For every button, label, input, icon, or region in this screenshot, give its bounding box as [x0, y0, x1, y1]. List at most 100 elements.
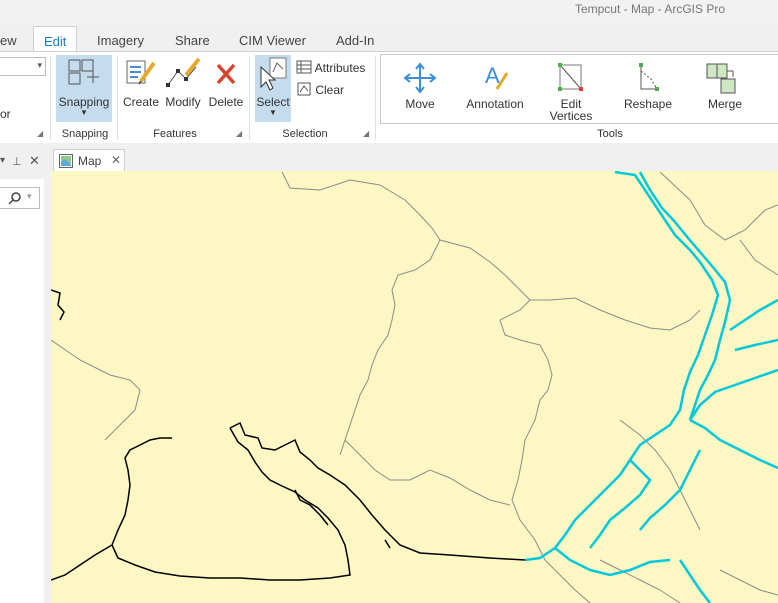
clear-button[interactable]: Clear: [296, 82, 344, 97]
boundary-line: [739, 239, 778, 276]
close-icon[interactable]: ✕: [111, 153, 121, 167]
group-label-tools: Tools: [597, 128, 623, 140]
contents-pane: ▾ ⊥ ✕ ▾: [0, 143, 45, 603]
snapping-button[interactable]: Snapping ▼: [56, 55, 112, 122]
create-features-icon: [126, 60, 156, 85]
chevron-down-icon: ▼: [80, 108, 88, 117]
group-separator: [117, 56, 118, 140]
river-path: [678, 559, 711, 603]
tab-map[interactable]: Map ✕: [53, 149, 125, 171]
edit-vertices-icon: [558, 63, 583, 91]
outline-path: [51, 544, 113, 581]
select-arrow-icon: [260, 57, 287, 91]
delete-button[interactable]: Delete: [206, 57, 246, 117]
boundary-line: [51, 339, 141, 441]
view-tab-strip: Map ✕: [44, 143, 778, 171]
ribbon-tabs: ew Edit Imagery Share CIM Viewer Add-In: [0, 26, 778, 52]
create-button[interactable]: Create: [121, 57, 161, 117]
boundary-lines: [51, 171, 778, 603]
map-icon: [59, 154, 73, 168]
reshape-label: Reshape: [623, 97, 673, 111]
title-bar: Tempcut - Map - ArcGIS Pro: [0, 0, 778, 26]
snapping-label: Snapping: [58, 95, 110, 109]
edit-vertices-label-line2: Vertices: [549, 109, 593, 123]
search-icon: [8, 192, 21, 205]
select-button[interactable]: Select ▼: [255, 55, 291, 122]
river-path: [688, 368, 778, 421]
outline-path: [51, 289, 65, 321]
group-label-selection: Selection: [282, 128, 328, 140]
chevron-down-icon: ▾: [27, 191, 32, 201]
group-separator: [50, 56, 51, 140]
tab-share[interactable]: Share: [175, 33, 210, 48]
boundary-line: [659, 171, 778, 241]
outline-path: [229, 421, 526, 561]
dialog-launcher-icon[interactable]: ◢: [37, 129, 43, 138]
annotation-button[interactable]: A Annotation: [461, 61, 529, 110]
group-label-snapping: Snapping: [61, 128, 109, 140]
chevron-down-icon: ▼: [269, 108, 277, 117]
tab-edit[interactable]: Edit: [33, 26, 78, 52]
river-path: [524, 171, 720, 562]
river-path: [734, 338, 778, 352]
move-label: Move: [405, 97, 435, 111]
boundary-line: [281, 171, 441, 241]
outline-path: [111, 427, 351, 581]
dialog-launcher-icon[interactable]: ◢: [236, 129, 242, 138]
svg-text:A: A: [485, 63, 500, 88]
ribbon: ▾ or ◢ Snapping ▼ Snapping Create Modify…: [0, 51, 778, 145]
annotation-label: Annotation: [466, 97, 524, 111]
boundary-line: [719, 569, 778, 596]
close-icon[interactable]: ✕: [29, 153, 40, 169]
search-input[interactable]: ▾: [0, 187, 40, 209]
modify-features-icon: [166, 57, 201, 87]
map-layers: [51, 171, 778, 603]
tools-gallery: Move A Annotation Edit Vertices Reshape …: [380, 54, 778, 124]
pane-header: ▾ ⊥ ✕: [0, 143, 44, 179]
river-path: [729, 298, 778, 332]
annotation-icon: A: [485, 63, 509, 90]
selected-feature-outline: [51, 289, 526, 581]
window-title: Tempcut - Map - ArcGIS Pro: [574, 2, 725, 16]
edit-vertices-button[interactable]: Edit Vertices: [541, 61, 601, 122]
map-tab-label: Map: [78, 154, 102, 168]
partial-label: or: [0, 107, 11, 121]
select-label: Select: [256, 95, 290, 109]
group-separator: [249, 56, 250, 140]
create-label: Create: [122, 95, 160, 109]
move-button[interactable]: Move: [395, 61, 445, 110]
river-path: [554, 547, 671, 577]
reshape-icon: [639, 63, 659, 91]
merge-button[interactable]: Merge: [699, 61, 751, 110]
tab-cim-viewer[interactable]: CIM Viewer: [239, 33, 306, 48]
clear-label: Clear: [315, 83, 345, 97]
move-arrows-icon: [403, 62, 437, 94]
snapping-icon: [68, 59, 99, 85]
modify-button[interactable]: Modify: [162, 57, 204, 117]
group-separator: [375, 56, 376, 140]
boundary-line: [530, 297, 701, 331]
boundary-line: [499, 299, 553, 561]
pin-icon[interactable]: ⊥: [12, 155, 22, 168]
dialog-launcher-icon[interactable]: ◢: [363, 129, 369, 138]
boundary-line: [439, 239, 531, 301]
delete-label: Delete: [208, 95, 244, 109]
clear-selection-icon: [297, 82, 311, 96]
pane-splitter[interactable]: [44, 171, 51, 603]
map-canvas[interactable]: [51, 171, 778, 603]
merge-icon: [706, 63, 736, 94]
modify-label: Modify: [165, 95, 201, 109]
merge-label: Merge: [707, 97, 742, 111]
tab-add-in[interactable]: Add-In: [336, 33, 374, 48]
attributes-button[interactable]: Attributes: [296, 60, 365, 75]
boundary-line: [344, 439, 511, 506]
outline-path: [384, 539, 391, 549]
chevron-down-icon: ▾: [37, 60, 42, 70]
tab-view[interactable]: ew: [0, 33, 17, 48]
menu-icon[interactable]: ▾: [0, 155, 5, 166]
attributes-label: Attributes: [314, 61, 366, 75]
river-path: [689, 418, 778, 470]
layer-combo[interactable]: ▾: [0, 57, 46, 76]
tab-imagery[interactable]: Imagery: [97, 33, 144, 48]
reshape-button[interactable]: Reshape: [619, 61, 677, 110]
